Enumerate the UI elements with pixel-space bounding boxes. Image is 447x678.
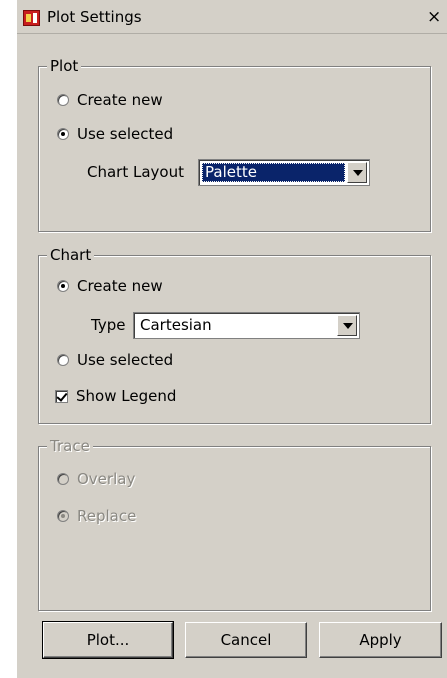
chevron-down-icon[interactable] — [347, 162, 367, 183]
radio-selected-icon — [57, 128, 69, 140]
trace-overlay-label: Overlay — [77, 470, 136, 488]
plot-button[interactable]: Plot... — [42, 621, 174, 659]
radio-icon — [57, 473, 69, 485]
radio-selected-icon — [57, 510, 69, 522]
trace-replace-radio: Replace — [57, 507, 136, 525]
app-icon — [23, 10, 40, 26]
close-button[interactable]: × — [427, 6, 447, 28]
trace-overlay-radio: Overlay — [57, 470, 135, 488]
chart-layout-value: Palette — [202, 163, 345, 182]
plot-group-label: Plot — [47, 57, 82, 75]
apply-button[interactable]: Apply — [319, 622, 442, 658]
chevron-down-icon[interactable] — [337, 315, 357, 336]
chart-type-value: Cartesian — [140, 316, 212, 334]
chart-type-label: Type — [91, 316, 126, 334]
checkbox-checked-icon — [55, 389, 68, 403]
show-legend-checkbox[interactable]: Show Legend — [55, 387, 176, 405]
plot-use-selected-radio[interactable]: Use selected — [57, 125, 173, 143]
chart-type-select[interactable]: Cartesian — [133, 312, 360, 339]
plot-use-selected-label: Use selected — [77, 125, 174, 143]
radio-icon — [57, 94, 69, 106]
chart-create-new-label: Create new — [77, 277, 163, 295]
cancel-button[interactable]: Cancel — [185, 622, 307, 658]
chart-group-label: Chart — [47, 246, 95, 264]
show-legend-label: Show Legend — [76, 387, 177, 405]
trace-replace-label: Replace — [77, 507, 137, 525]
window-title: Plot Settings — [47, 8, 142, 26]
chart-layout-label: Chart Layout — [87, 163, 184, 181]
plot-create-new-label: Create new — [77, 91, 163, 109]
chart-use-selected-label: Use selected — [77, 351, 174, 369]
chart-layout-select[interactable]: Palette — [198, 159, 370, 186]
title-bar: Plot Settings × — [17, 0, 447, 34]
radio-selected-icon — [57, 280, 69, 292]
trace-group-label: Trace — [47, 437, 93, 455]
chart-create-new-radio[interactable]: Create new — [57, 277, 163, 295]
chart-use-selected-radio[interactable]: Use selected — [57, 351, 173, 369]
plot-create-new-radio[interactable]: Create new — [57, 91, 163, 109]
plot-settings-dialog: Plot Settings × Plot Create new Use sele… — [16, 0, 447, 678]
radio-icon — [57, 354, 69, 366]
